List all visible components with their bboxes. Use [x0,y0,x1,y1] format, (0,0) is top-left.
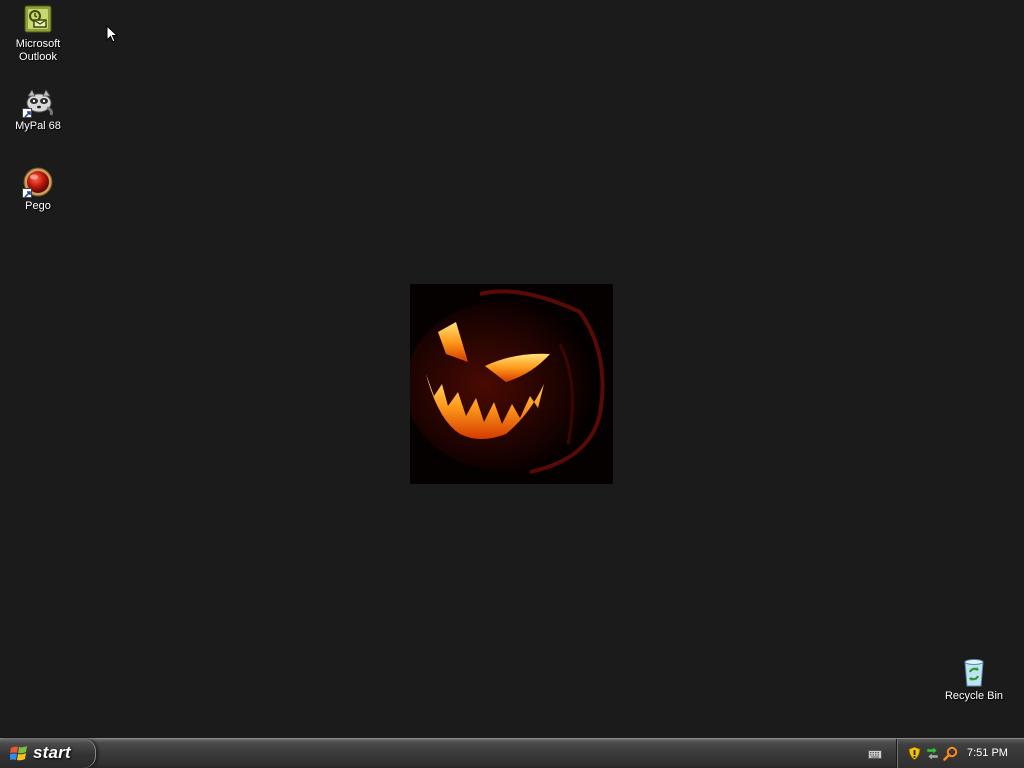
outlook-icon [22,4,54,36]
keyboard-icon[interactable] [868,747,882,765]
shortcut-arrow-icon [22,108,32,118]
security-shield-icon[interactable] [907,746,922,761]
search-magnifier-icon[interactable] [943,746,958,761]
desktop-icon-mypal[interactable]: MyPal 68 [2,86,74,133]
desktop-icon-recycle-bin[interactable]: Recycle Bin [938,656,1010,703]
taskbar-clock[interactable]: 7:51 PM [967,747,1008,759]
pego-icon [22,166,54,198]
network-icon[interactable] [925,746,940,761]
taskbar: start 7:51 PM [0,738,1024,768]
desktop-icon-label: MyPal 68 [15,120,61,132]
desktop-icon-label: Pego [25,200,51,212]
shortcut-arrow-icon [22,188,32,198]
recycle-bin-icon [958,656,990,688]
windows-logo-icon [9,745,28,767]
start-label: start [33,743,71,762]
mouse-cursor-icon [106,24,119,49]
system-tray: 7:51 PM [896,739,1024,768]
desktop-icon-label: Microsoft Outlook [15,38,61,63]
desktop-icon-microsoft-outlook[interactable]: Microsoft Outlook [2,4,74,64]
desktop-icon-label: Recycle Bin [944,690,1004,702]
start-button[interactable]: start [0,739,96,768]
wallpaper-jack-o-lantern [410,284,613,484]
desktop-icon-pego[interactable]: Pego [2,166,74,213]
desktop[interactable]: Microsoft Outlook MyPal 68 Pego Recycle … [0,0,1024,738]
mypal-icon [22,86,54,118]
